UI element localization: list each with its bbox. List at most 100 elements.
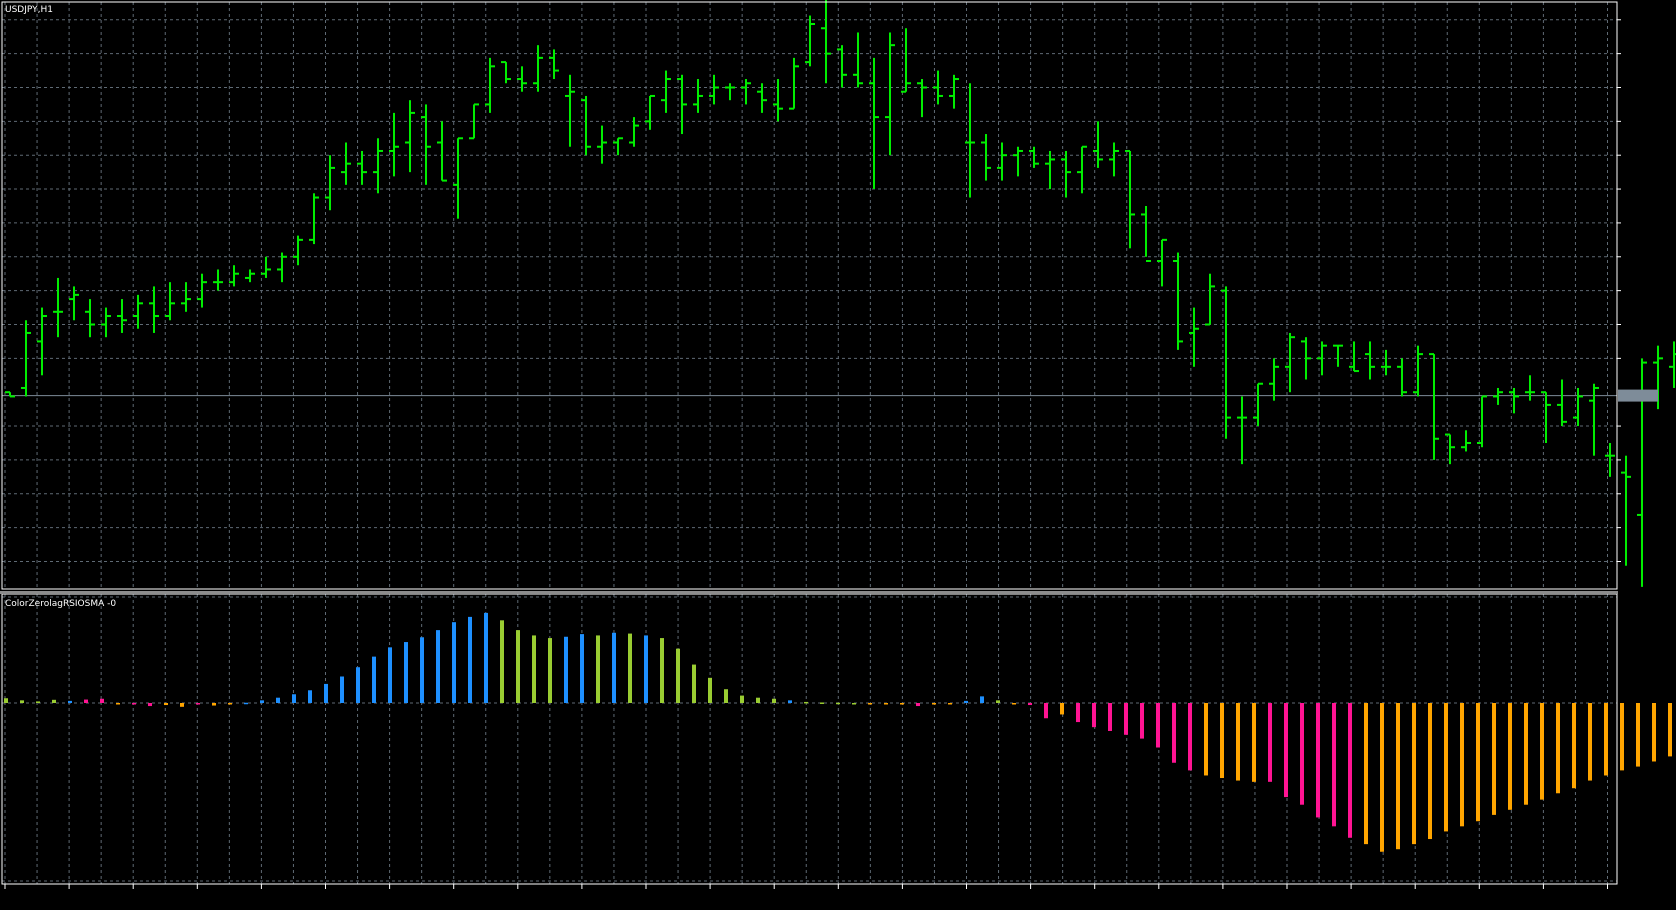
histogram-bar (1652, 703, 1656, 762)
histogram-bar (1316, 703, 1320, 818)
histogram-bar (1300, 703, 1304, 805)
histogram-bar (436, 630, 440, 703)
histogram-bar (1012, 703, 1016, 705)
histogram-bar (68, 700, 72, 703)
histogram-bar (4, 698, 8, 703)
histogram-bar (1636, 703, 1640, 767)
histogram-bar (980, 696, 984, 703)
histogram-bar (628, 633, 632, 703)
window-separator (0, 591, 1618, 594)
histogram-bar (612, 632, 616, 703)
histogram-bar (340, 676, 344, 703)
histogram-bar (1604, 703, 1608, 776)
histogram-bar (100, 698, 104, 703)
histogram-bar (132, 703, 136, 705)
histogram-bar (244, 702, 248, 705)
histogram-bar (772, 698, 776, 703)
main-chart-title: USDJPY,H1 (5, 5, 53, 15)
histogram-bar (708, 677, 712, 703)
histogram-bar (564, 636, 568, 703)
current-price-box (1618, 389, 1658, 402)
histogram-bar (324, 683, 328, 703)
histogram-bar (1588, 703, 1592, 781)
histogram-bar (868, 703, 872, 705)
histogram-bar (1092, 703, 1096, 728)
histogram-bar (1460, 703, 1464, 827)
histogram-bar (1620, 703, 1624, 771)
histogram-bar (1204, 703, 1208, 776)
histogram-bar (996, 700, 1000, 703)
histogram-bar (1284, 703, 1288, 798)
histogram-bar (692, 664, 696, 703)
histogram-bar (148, 703, 152, 707)
histogram-bar (276, 697, 280, 703)
histogram-bar (852, 703, 856, 705)
histogram-bar (1428, 703, 1432, 840)
histogram-bar (756, 697, 760, 703)
histogram-bar (1492, 703, 1496, 815)
histogram-bar (196, 703, 200, 705)
histogram-bar (388, 647, 392, 703)
histogram-bar (372, 656, 376, 703)
histogram-bar (212, 703, 216, 706)
histogram-bar (292, 694, 296, 703)
histogram-bar (1252, 703, 1256, 782)
histogram-bar (532, 635, 536, 703)
histogram-bar (1028, 703, 1032, 706)
histogram-bar (932, 703, 936, 705)
histogram-bar (1268, 703, 1272, 782)
histogram-bar (36, 701, 40, 703)
histogram-bar (660, 638, 664, 703)
histogram-bar (884, 703, 888, 705)
histogram-bar (1076, 703, 1080, 723)
histogram-bar (308, 690, 312, 703)
histogram-bar (500, 620, 504, 703)
histogram-bar (1444, 703, 1448, 832)
histogram-bar (1508, 703, 1512, 810)
histogram-bar (724, 689, 728, 703)
histogram-bar (228, 703, 232, 705)
histogram-bar (20, 700, 24, 703)
histogram-bar (804, 701, 808, 704)
histogram-bar (1412, 703, 1416, 845)
histogram-bar (1556, 703, 1560, 794)
histogram-bar (1124, 703, 1128, 735)
histogram-bar (596, 635, 600, 703)
histogram-bar (1572, 703, 1576, 789)
histogram-bar (644, 635, 648, 703)
histogram-bar (356, 667, 360, 703)
histogram-bar (916, 703, 920, 707)
histogram-bar (84, 699, 88, 703)
histogram-bar (484, 612, 488, 703)
histogram-bar (788, 700, 792, 703)
histogram-bar (676, 648, 680, 703)
histogram-bar (1236, 703, 1240, 781)
histogram-bar (1540, 703, 1544, 800)
histogram-bar (1332, 703, 1336, 827)
histogram-bar (548, 638, 552, 703)
histogram-bar (1380, 703, 1384, 852)
current-price-label (1618, 389, 1658, 402)
histogram-bar (1348, 703, 1352, 838)
histogram-bar (836, 702, 840, 705)
histogram-bar (1220, 703, 1224, 779)
histogram-bar (740, 695, 744, 703)
histogram-bar (52, 699, 56, 703)
histogram-bar (964, 700, 968, 703)
histogram-bar (820, 702, 824, 704)
indicator-title: ColorZerolagRSIOSMA -0 (5, 599, 116, 609)
histogram-bar (452, 622, 456, 703)
histogram-bar (404, 642, 408, 703)
histogram-bar (260, 700, 264, 703)
histogram-bar (1108, 703, 1112, 731)
histogram-bar (1396, 703, 1400, 850)
histogram-bar (164, 703, 168, 706)
histogram-bar (420, 637, 424, 703)
histogram-bar (1060, 703, 1064, 715)
histogram-bar (180, 703, 184, 707)
histogram-bar (1524, 703, 1528, 805)
histogram-bar (900, 703, 904, 705)
histogram-bar (1044, 703, 1048, 719)
histogram-bar (468, 616, 472, 703)
trading-terminal-chart[interactable]: USDJPY,H1 ColorZerolagRSIOSMA -0 (0, 0, 1676, 910)
